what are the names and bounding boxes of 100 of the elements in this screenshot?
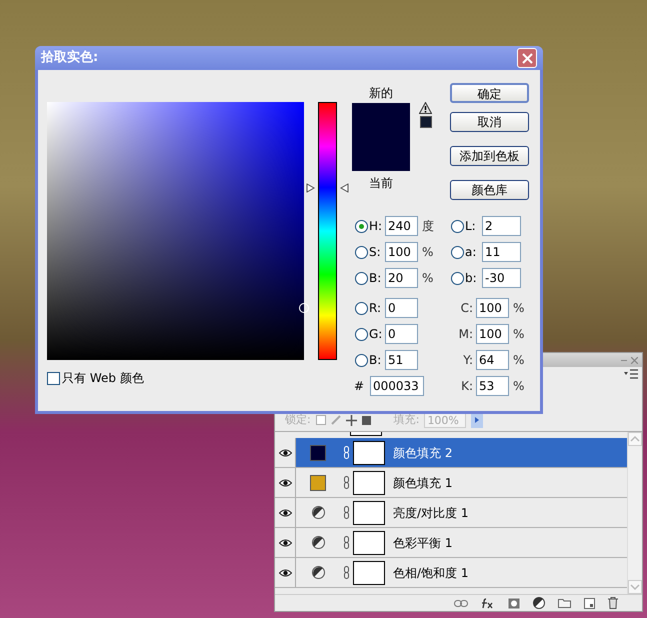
layer-name: 色彩平衡 1 — [393, 534, 452, 552]
mask-icon[interactable] — [508, 598, 520, 608]
close-button[interactable] — [517, 48, 537, 68]
link-icon[interactable] — [454, 600, 468, 606]
play-arrow-icon — [475, 417, 480, 423]
chain-icon[interactable] — [344, 536, 348, 549]
window-title: 拾取实色: — [41, 48, 98, 68]
unit-label: % — [422, 270, 434, 287]
dialog-button[interactable]: 确定 — [450, 83, 529, 103]
field-label: # — [353, 378, 365, 395]
chain-icon[interactable] — [344, 506, 348, 519]
input-field[interactable]: 51 — [385, 350, 418, 370]
color-marker[interactable] — [299, 303, 309, 314]
input-field[interactable]: 000033 — [370, 376, 424, 396]
hue-slider[interactable] — [306, 102, 349, 360]
new-label: 新的 — [369, 85, 393, 102]
move-icon[interactable] — [346, 414, 357, 426]
current-color-swatch — [352, 137, 410, 171]
mask-thumbnail — [353, 470, 385, 494]
fill-label: 填充: — [394, 412, 420, 428]
adjustment-icon — [312, 506, 324, 519]
eye-icon[interactable] — [278, 448, 292, 456]
field-label: R: — [368, 300, 382, 317]
warning-icon[interactable] — [419, 102, 432, 114]
unit-label: % — [513, 326, 524, 343]
input-field[interactable]: -30 — [482, 268, 521, 288]
chain-icon[interactable] — [344, 476, 348, 489]
mask-thumbnail — [353, 440, 385, 464]
new-color-swatch — [352, 103, 410, 137]
layer-row[interactable]: 颜色填充 2 — [275, 438, 627, 468]
folder-icon[interactable] — [558, 598, 571, 608]
eye-icon[interactable] — [278, 508, 292, 516]
radio-button[interactable] — [451, 272, 464, 284]
field-label: B: — [368, 270, 382, 287]
input-field[interactable]: 240 — [385, 216, 418, 236]
eye-icon[interactable] — [278, 478, 292, 486]
layer-row[interactable]: 亮度/对比度 1 — [275, 498, 627, 528]
unit-label: % — [513, 300, 524, 317]
fx-icon[interactable] — [481, 598, 495, 608]
input-field[interactable]: 11 — [482, 242, 521, 262]
input-field[interactable]: 0 — [385, 298, 418, 318]
input-field[interactable]: 53 — [476, 376, 509, 396]
panel-menu-icon[interactable] — [624, 369, 638, 379]
field-label: S: — [368, 244, 382, 261]
input-field[interactable]: 64 — [476, 350, 509, 370]
dialog-button[interactable]: 取消 — [450, 112, 529, 132]
eye-icon[interactable] — [278, 538, 292, 546]
layer-row[interactable]: 色相/饱和度 1 — [275, 558, 627, 588]
checkbox[interactable] — [47, 372, 60, 384]
field-label: Y: — [462, 352, 474, 369]
mask-thumbnail — [353, 560, 385, 584]
layer-name: 色相/饱和度 1 — [393, 564, 468, 582]
layer-row[interactable]: 色彩平衡 1 — [275, 528, 627, 558]
input-field[interactable]: 20 — [385, 268, 418, 288]
mask-thumbnail — [353, 500, 385, 524]
input-field[interactable]: 100 — [476, 298, 509, 318]
adjustment-icon[interactable] — [533, 597, 545, 609]
field-label: a: — [464, 244, 478, 261]
field-label: C: — [460, 300, 474, 317]
web-colors-label: 只有 Web 颜色 — [62, 370, 144, 387]
trash-icon[interactable] — [608, 597, 618, 609]
mask-thumbnail — [353, 530, 385, 554]
new-layer-icon[interactable] — [584, 598, 595, 608]
field-label: B: — [368, 352, 382, 369]
unit-label: % — [513, 352, 524, 369]
chain-icon[interactable] — [344, 446, 348, 459]
unit-label: % — [422, 244, 434, 261]
layer-name: 亮度/对比度 1 — [393, 504, 468, 522]
unit-label: 度 — [422, 218, 434, 235]
adjustment-icon — [312, 536, 324, 549]
hue-slider-thumb[interactable] — [306, 183, 349, 192]
lock-all-icon[interactable] — [362, 416, 371, 424]
radio-button[interactable] — [451, 220, 464, 232]
unit-label: % — [513, 378, 524, 395]
input-field[interactable]: 100 — [476, 324, 509, 344]
chain-icon[interactable] — [344, 566, 348, 579]
field-label: G: — [368, 326, 384, 343]
layer-name: 颜色填充 1 — [393, 474, 452, 492]
radio-button[interactable] — [355, 354, 368, 366]
field-label: K: — [460, 378, 474, 395]
close-icon — [522, 52, 532, 64]
layer-row[interactable]: 颜色填充 1 — [275, 468, 627, 498]
radio-button[interactable] — [355, 328, 368, 340]
field-label: H: — [368, 218, 384, 235]
field-label: b: — [464, 270, 478, 287]
input-field[interactable]: 0 — [385, 324, 418, 344]
adjustment-icon — [312, 566, 324, 579]
radio-button[interactable] — [451, 246, 464, 258]
eye-icon[interactable] — [278, 568, 292, 576]
input-field[interactable]: 100 — [385, 242, 418, 262]
color-field[interactable] — [47, 102, 304, 360]
radio-button[interactable] — [355, 246, 368, 258]
input-field[interactable]: 2 — [482, 216, 521, 236]
dialog-button[interactable]: 添加到色板 — [450, 146, 529, 166]
gamut-color-swatch[interactable] — [420, 116, 432, 128]
dialog-button[interactable]: 颜色库 — [450, 180, 529, 200]
current-label: 当前 — [369, 175, 393, 192]
radio-button[interactable] — [355, 302, 368, 314]
radio-button[interactable] — [355, 220, 368, 232]
radio-button[interactable] — [355, 272, 368, 284]
